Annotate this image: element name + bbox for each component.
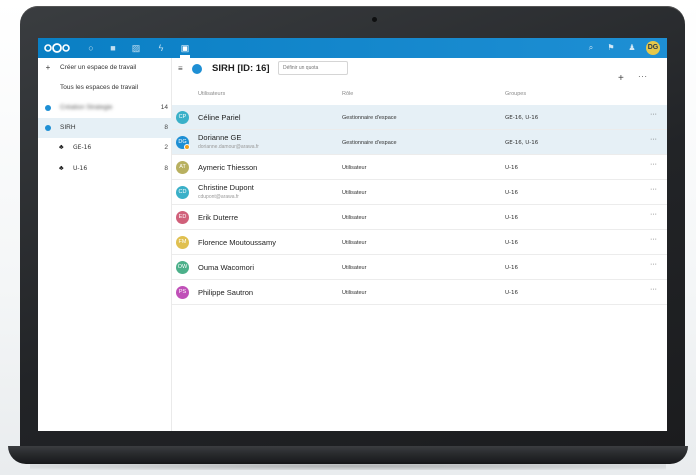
contacts-icon[interactable]: ♟ xyxy=(627,43,637,53)
user-groups: U-16 xyxy=(505,165,519,171)
table-row[interactable]: CP Céline Pariel Gestionnaire d'espace G… xyxy=(172,105,667,130)
user-avatar[interactable]: DG xyxy=(646,41,660,55)
files-icon[interactable]: ■ xyxy=(108,43,118,53)
user-name: Dorianne GE xyxy=(198,133,242,142)
user-groups: U-16 xyxy=(505,240,519,246)
page-title: SIRH [ID: 16] xyxy=(212,63,270,74)
create-workspace-label: Créer un espace de travail xyxy=(60,64,137,71)
sidebar-item-all-workspaces[interactable]: Tous les espaces de travail xyxy=(38,78,172,98)
space-label: Création Strategie xyxy=(60,104,113,111)
space-count: 8 xyxy=(164,124,168,131)
user-name: Erik Duterre xyxy=(198,213,239,222)
sidebar-item-space[interactable]: Création Strategie 14 xyxy=(38,98,172,118)
quota-input[interactable] xyxy=(278,61,348,75)
table-row[interactable]: CD Christine Dupont cdupont@arawa.fr Uti… xyxy=(172,180,667,205)
nextcloud-logo-icon[interactable] xyxy=(44,43,70,53)
group-icon: ♣ xyxy=(59,144,64,151)
user-role: Gestionnaire d'espace xyxy=(342,115,397,121)
search-icon[interactable]: ⌕ xyxy=(586,43,596,53)
user-email: dorianne.damour@arawa.fr xyxy=(198,144,259,150)
user-role: Utilisateur xyxy=(342,290,367,296)
avatar: PS xyxy=(176,286,189,299)
user-name: Ouma Wacomori xyxy=(198,263,254,272)
row-more-icon[interactable]: ··· xyxy=(650,186,657,193)
user-name: Aymeric Thiesson xyxy=(198,163,258,172)
sidebar: + Créer un espace de travail Tous les es… xyxy=(38,58,172,431)
add-user-button[interactable]: + xyxy=(618,73,624,84)
avatar: CD xyxy=(176,186,189,199)
table-row[interactable]: PS Philippe Sautron Utilisateur U-16 ··· xyxy=(172,280,667,305)
table-row[interactable]: OW Ouma Wacomori Utilisateur U-16 ··· xyxy=(172,255,667,280)
row-more-icon[interactable]: ··· xyxy=(650,261,657,268)
row-more-icon[interactable]: ··· xyxy=(650,286,657,293)
space-count: 14 xyxy=(160,104,168,111)
avatar: AT xyxy=(176,161,189,174)
column-header-groups: Groupes xyxy=(505,91,527,97)
activity-icon[interactable]: ϟ xyxy=(156,43,166,53)
user-role: Gestionnaire d'espace xyxy=(342,140,397,146)
group-label: GE-16 xyxy=(73,144,92,151)
more-options-icon[interactable]: ··· xyxy=(638,72,648,81)
dashboard-icon[interactable]: ○ xyxy=(86,43,96,53)
group-label: U-16 xyxy=(73,165,88,172)
avatar: FM xyxy=(176,236,189,249)
notifications-icon[interactable]: ⚑ xyxy=(606,43,616,53)
menu-icon[interactable]: ≡ xyxy=(178,64,186,74)
group-count: 8 xyxy=(164,165,168,172)
table-row[interactable]: AT Aymeric Thiesson Utilisateur U-16 ··· xyxy=(172,155,667,180)
space-color-icon xyxy=(45,125,51,131)
user-role: Utilisateur xyxy=(342,240,367,246)
row-more-icon[interactable]: ··· xyxy=(650,161,657,168)
status-badge-icon xyxy=(184,144,190,150)
screen: ○ ■ ▨ ϟ ▣ ⌕ ⚑ ♟ DG + Créer un espace de … xyxy=(38,38,667,431)
row-more-icon[interactable]: ··· xyxy=(650,236,657,243)
space-color-icon xyxy=(45,105,51,111)
workspaces-icon[interactable]: ▣ xyxy=(180,43,190,53)
avatar: CP xyxy=(176,111,189,124)
photos-icon[interactable]: ▨ xyxy=(131,43,141,53)
user-role: Utilisateur xyxy=(342,265,367,271)
column-header-role: Rôle xyxy=(342,91,354,97)
avatar: ED xyxy=(176,211,189,224)
group-count: 2 xyxy=(164,144,168,151)
table-row[interactable]: FM Florence Moutoussamy Utilisateur U-16… xyxy=(172,230,667,255)
user-role: Utilisateur xyxy=(342,190,367,196)
sidebar-item-group-ge16[interactable]: ♣ GE-16 2 xyxy=(38,138,172,158)
plus-icon: + xyxy=(45,63,51,72)
top-bar: ○ ■ ▨ ϟ ▣ ⌕ ⚑ ♟ DG xyxy=(38,38,667,58)
main-content: ≡ SIRH [ID: 16] + ··· Utilisateurs Rôle … xyxy=(172,58,667,431)
table-row[interactable]: DG Dorianne GE dorianne.damour@arawa.fr … xyxy=(172,130,667,155)
user-groups: U-16 xyxy=(505,190,519,196)
table-row[interactable]: ED Erik Duterre Utilisateur U-16 ··· xyxy=(172,205,667,230)
user-name: Florence Moutoussamy xyxy=(198,238,276,247)
camera-icon xyxy=(372,17,377,22)
user-role: Utilisateur xyxy=(342,165,367,171)
space-color-icon xyxy=(192,64,202,74)
row-more-icon[interactable]: ··· xyxy=(650,111,657,118)
user-email: cdupont@arawa.fr xyxy=(198,194,239,200)
create-workspace-button[interactable]: + Créer un espace de travail xyxy=(38,58,172,78)
space-label: SIRH xyxy=(60,124,76,131)
laptop-shadow xyxy=(30,462,666,470)
all-workspaces-label: Tous les espaces de travail xyxy=(60,84,139,91)
sidebar-item-group-u16[interactable]: ♣ U-16 8 xyxy=(38,159,172,179)
user-groups: U-16 xyxy=(505,215,519,221)
group-icon: ♣ xyxy=(59,165,64,172)
user-role: Utilisateur xyxy=(342,215,367,221)
user-name: Philippe Sautron xyxy=(198,288,254,297)
user-groups: U-16 xyxy=(505,290,519,296)
user-groups: GE-16, U-16 xyxy=(505,140,539,146)
row-more-icon[interactable]: ··· xyxy=(650,211,657,218)
user-groups: GE-16, U-16 xyxy=(505,115,539,121)
user-groups: U-16 xyxy=(505,265,519,271)
avatar: OW xyxy=(176,261,189,274)
sidebar-item-sirh[interactable]: SIRH 8 xyxy=(38,118,172,138)
row-more-icon[interactable]: ··· xyxy=(650,136,657,143)
user-name: Céline Pariel xyxy=(198,113,241,122)
user-name: Christine Dupont xyxy=(198,183,254,192)
column-header-users: Utilisateurs xyxy=(198,91,226,97)
